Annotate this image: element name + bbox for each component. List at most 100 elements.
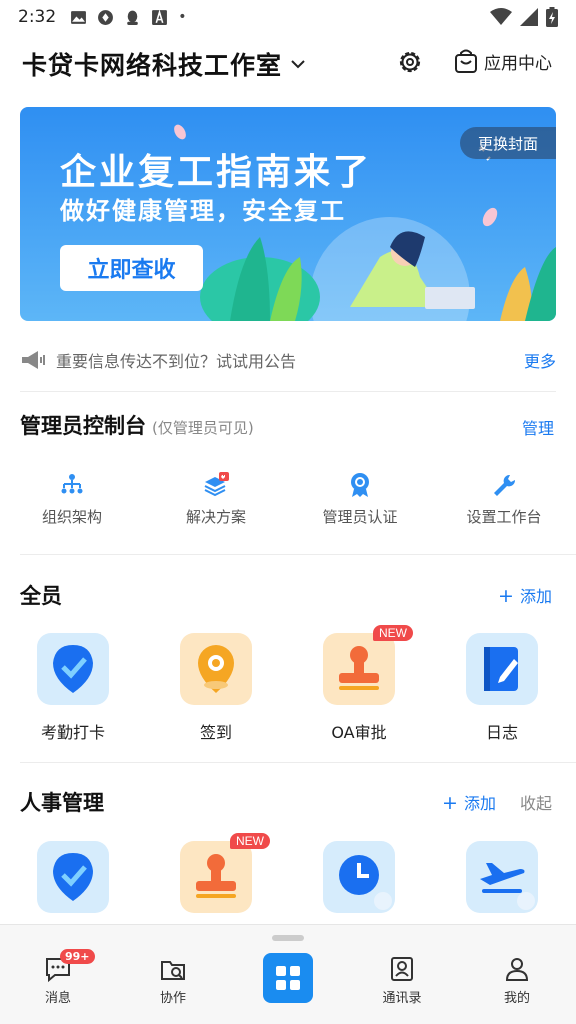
airplane-icon: [480, 863, 535, 910]
contacts-icon: [391, 957, 413, 981]
qq-icon: [127, 10, 138, 25]
chevron-down-icon[interactable]: [288, 54, 308, 74]
admin-item-solutions[interactable]: 解决方案: [156, 472, 276, 527]
app-label: 签到: [199, 723, 232, 742]
app-center-label: 应用中心: [484, 53, 552, 74]
new-badge: NEW: [230, 833, 270, 849]
status-bar: 2:32 •: [0, 0, 576, 34]
grid-apps-icon: [276, 966, 300, 990]
collab-icon: [161, 961, 185, 980]
app-log[interactable]: 日志: [442, 633, 562, 743]
org-header: 卡贷卡网络科技工作室 应用中心: [22, 44, 558, 84]
status-time: 2:32: [18, 7, 57, 27]
manage-link[interactable]: 管理: [522, 415, 554, 439]
tab-label: 通讯录: [382, 991, 422, 1006]
admin-item-label: 设置工作台: [466, 508, 542, 526]
battery-icon: [546, 7, 558, 27]
app-oa-approval[interactable]: NEW OA审批: [299, 625, 419, 743]
announcement-text: 重要信息传达不到位？试试用公告: [56, 352, 297, 371]
hr-app-attendance[interactable]: [13, 841, 133, 913]
hr-app-clock[interactable]: [299, 841, 419, 913]
admin-item-setup-workbench[interactable]: 设置工作台: [444, 472, 564, 527]
admin-item-label: 解决方案: [185, 508, 246, 526]
app-tile: [323, 841, 395, 913]
gallery-icon: [71, 10, 87, 24]
change-cover-button[interactable]: 更换封面: [460, 127, 556, 159]
font-a-icon: [152, 8, 168, 25]
admin-console-title: 管理员控制台 (仅管理员可见): [20, 410, 254, 440]
tab-collaboration[interactable]: 协作: [133, 955, 213, 1006]
admin-console-heading: 管理员控制台: [20, 414, 146, 438]
divider: [20, 762, 576, 763]
tab-contacts[interactable]: 通讯录: [362, 955, 442, 1006]
tab-workbench[interactable]: [263, 953, 313, 1003]
app-checkin[interactable]: 签到: [156, 633, 276, 743]
hr-add-button[interactable]: + 添加: [442, 790, 496, 814]
announcement-bar[interactable]: 重要信息传达不到位？试试用公告 更多: [20, 344, 556, 376]
wifi-icon: [490, 8, 512, 25]
stamp-icon: [196, 854, 236, 898]
hr-app-approval[interactable]: NEW: [156, 833, 276, 913]
app-tile: [466, 633, 538, 705]
tab-label: 我的: [503, 991, 530, 1006]
app-label: 考勤打卡: [40, 723, 105, 742]
app-tile: [37, 841, 109, 913]
location-pin-icon: [198, 645, 234, 693]
hr-collapse-button[interactable]: 收起: [520, 790, 552, 814]
divider: [20, 391, 556, 392]
banner-cta-button[interactable]: 立即查收: [60, 245, 203, 291]
app-tile: [180, 633, 252, 705]
cell-signal-icon: [520, 8, 538, 26]
admin-item-label: 组织架构: [41, 508, 102, 526]
megaphone-icon: [22, 351, 45, 369]
check-shield-icon: [53, 853, 93, 901]
certification-badge-icon: [351, 473, 369, 497]
all-staff-title: 全员: [20, 584, 62, 608]
check-shield-icon: [53, 645, 93, 693]
tab-label: 协作: [159, 991, 186, 1006]
divider: [20, 554, 576, 555]
shopping-bag-icon: [455, 49, 477, 73]
stamp-icon: [339, 646, 379, 690]
banner-headline: 企业复工指南来了: [60, 152, 373, 193]
admin-console-subtitle: (仅管理员可见): [152, 419, 254, 437]
hr-app-travel[interactable]: [442, 841, 562, 913]
admin-item-label: 管理员认证: [322, 508, 398, 526]
add-label: 添加: [519, 587, 552, 606]
app-tile: NEW: [323, 625, 413, 705]
all-staff-add-button[interactable]: + 添加: [498, 583, 552, 607]
app-center-button[interactable]: 应用中心: [454, 48, 552, 74]
more-link[interactable]: 更多: [524, 348, 556, 372]
notebook-pen-icon: [484, 647, 518, 691]
wrench-icon: [494, 475, 516, 496]
clock-icon: [339, 855, 392, 910]
shield-icon: [98, 9, 114, 25]
new-badge: NEW: [373, 625, 413, 641]
app-attendance[interactable]: 考勤打卡: [13, 633, 133, 743]
banner-subline: 做好健康管理，安全复工: [60, 197, 346, 225]
bottom-nav: 99+ 消息 协作 通讯录 我的: [0, 924, 576, 1024]
dot-icon: •: [178, 9, 187, 25]
org-chart-icon: [61, 474, 83, 494]
plus-icon: +: [498, 585, 520, 607]
tab-me[interactable]: 我的: [477, 955, 557, 1006]
app-label: 日志: [485, 723, 518, 742]
plus-icon: +: [442, 792, 464, 814]
app-tile: [466, 841, 538, 913]
hr-section-title: 人事管理: [20, 791, 104, 815]
tab-messages[interactable]: 99+ 消息: [18, 949, 98, 1006]
app-tile: NEW: [180, 833, 270, 913]
solution-layers-icon: [204, 472, 229, 497]
admin-item-admin-cert[interactable]: 管理员认证: [300, 472, 420, 527]
tab-label: 消息: [44, 991, 71, 1006]
org-name[interactable]: 卡贷卡网络科技工作室: [22, 46, 282, 82]
app-label: OA审批: [331, 723, 387, 742]
promo-banner[interactable]: 企业复工指南来了 做好健康管理，安全复工 立即查收 更换封面: [20, 107, 556, 321]
profile-icon: [505, 958, 529, 981]
drag-handle[interactable]: [272, 935, 304, 941]
unread-badge: 99+: [60, 949, 95, 964]
app-tile: [37, 633, 109, 705]
admin-item-org-structure[interactable]: 组织架构: [12, 472, 132, 527]
add-label: 添加: [463, 794, 496, 813]
gear-icon[interactable]: [396, 48, 424, 76]
